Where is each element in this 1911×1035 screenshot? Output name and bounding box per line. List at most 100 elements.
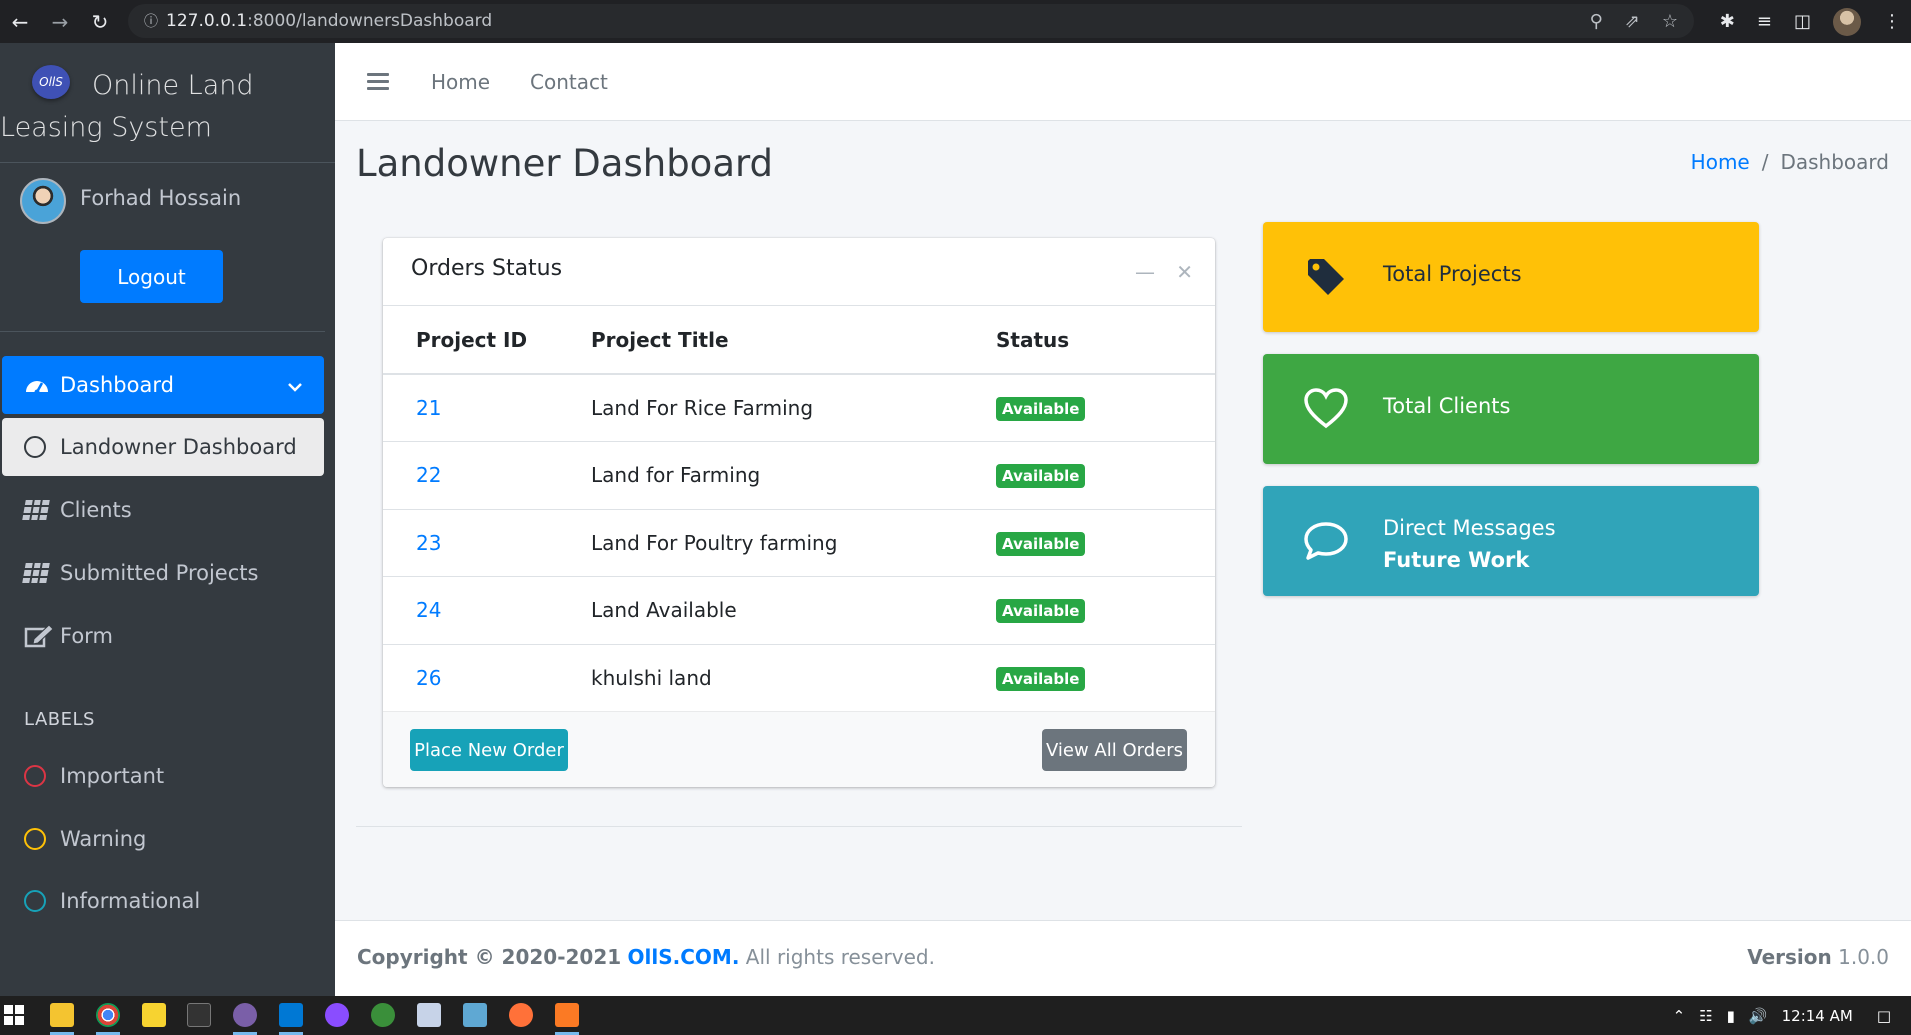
tachometer-icon (24, 374, 56, 396)
clock-time[interactable]: 12:14 AM (1782, 1007, 1853, 1025)
windows-start-icon[interactable] (4, 1005, 24, 1030)
sticky-notes-icon[interactable] (142, 1003, 166, 1027)
breadcrumb-current: Dashboard (1780, 150, 1889, 174)
breadcrumb-home-link[interactable]: Home (1691, 150, 1750, 174)
info-box-label: Total Projects (1383, 262, 1522, 286)
chevron-up-icon[interactable]: ⌃ (1673, 1007, 1686, 1025)
info-box-sublabel: Future Work (1383, 548, 1530, 572)
table-row: 22 Land for Farming Available (383, 441, 1215, 509)
sidebar-divider (0, 331, 325, 332)
column-header: Project ID (383, 306, 591, 375)
sidebar-item-label: Clients (60, 498, 132, 522)
project-title-cell: Land For Poultry farming (591, 508, 996, 577)
info-box-total-projects[interactable]: Total Projects (1263, 222, 1759, 332)
logout-button[interactable]: Logout (80, 250, 223, 303)
project-id-link[interactable]: 26 (416, 666, 441, 690)
project-title-cell: Land For Rice Farming (591, 373, 996, 442)
system-tray: ⌃ ☷ ▮ 🔊 12:14 AM □ (1673, 996, 1911, 1035)
table-row: 21 Land For Rice Farming Available (383, 373, 1215, 442)
info-box-total-clients[interactable]: Total Clients (1263, 354, 1759, 464)
sidebar-item-form[interactable]: Form (2, 607, 324, 665)
sidebar-item-submitted-projects[interactable]: Submitted Projects (2, 544, 324, 602)
battery-icon[interactable]: ▮ (1727, 1007, 1735, 1025)
bookmark-star-icon[interactable]: ☆ (1662, 11, 1678, 32)
divider (356, 826, 1242, 827)
circle-outline-icon (24, 890, 56, 912)
side-panel-icon[interactable]: ◫ (1794, 11, 1811, 32)
extensions-icon[interactable]: ✱ (1720, 11, 1735, 32)
user-name[interactable]: Forhad Hossain (80, 186, 241, 210)
app-icon[interactable] (233, 1003, 257, 1027)
info-box-direct-messages[interactable]: Direct Messages Future Work (1263, 486, 1759, 596)
url-text[interactable]: 127.0.0.1:8000/landownersDashboard (166, 11, 492, 31)
sidebar-item-label: Warning (60, 827, 147, 851)
circle-outline-icon (24, 828, 56, 850)
xampp-icon[interactable] (555, 1003, 579, 1027)
edit-icon (24, 624, 56, 648)
sidebar-item-label: Important (60, 764, 165, 788)
copyright-text: Copyright © 2020-2021 OllS.COM. All righ… (357, 945, 935, 969)
close-icon[interactable]: ✕ (1176, 260, 1193, 284)
sidebar-label-informational[interactable]: Informational (2, 872, 324, 930)
project-title-cell: Land Available (591, 576, 996, 644)
nav-contact-link[interactable]: Contact (530, 70, 608, 94)
orders-table: Project ID Project Title Status 21 Land … (383, 306, 1215, 712)
sidebar-item-label: Submitted Projects (60, 561, 259, 585)
notifications-icon[interactable]: □ (1877, 1007, 1891, 1025)
sidebar-item-clients[interactable]: Clients (2, 481, 324, 539)
app-icon[interactable] (463, 1003, 487, 1027)
firefox-icon[interactable] (509, 1003, 533, 1027)
profile-avatar[interactable] (1833, 7, 1861, 36)
menu-kebab-icon[interactable]: ⋮ (1883, 11, 1901, 32)
column-header: Status (996, 306, 1215, 375)
project-title-cell: Land for Farming (591, 441, 996, 509)
brand-name: Online Land Leasing System (0, 70, 254, 143)
vscode-icon[interactable] (279, 1003, 303, 1027)
project-id-link[interactable]: 23 (416, 531, 441, 555)
messenger-icon[interactable] (325, 1003, 349, 1027)
comment-icon (1301, 516, 1351, 566)
site-info-icon[interactable]: ⓘ (136, 11, 166, 31)
zoom-icon[interactable]: ⚲ (1590, 11, 1603, 32)
chevron-down-icon (288, 373, 302, 397)
project-id-link[interactable]: 22 (416, 463, 441, 487)
address-bar[interactable]: ⓘ 127.0.0.1:8000/landownersDashboard ⚲ ⇗… (128, 4, 1694, 38)
sidebar-item-label: Landowner Dashboard (60, 435, 297, 459)
page-footer: Copyright © 2020-2021 OllS.COM. All righ… (335, 920, 1911, 996)
place-new-order-button[interactable]: Place New Order (410, 729, 568, 771)
sidebar-item-label: Informational (60, 889, 201, 913)
volume-icon[interactable]: 🔊 (1749, 1007, 1768, 1025)
footer-brand-link[interactable]: OllS.COM. (628, 945, 740, 969)
sidebar-label-warning[interactable]: Warning (2, 810, 324, 868)
project-id-link[interactable]: 24 (416, 598, 441, 622)
collapse-icon[interactable]: — (1135, 260, 1155, 284)
circle-outline-icon (24, 436, 56, 458)
version-text: Version 1.0.0 (1747, 945, 1889, 969)
notepad-icon[interactable] (417, 1003, 441, 1027)
sidebar-item-landowner-dashboard[interactable]: Landowner Dashboard (2, 418, 324, 476)
view-all-orders-button[interactable]: View All Orders (1042, 729, 1187, 771)
brand-link[interactable]: OllS Online Land Leasing System (0, 43, 335, 163)
tag-icon (1301, 252, 1351, 302)
terminal-icon[interactable] (187, 1003, 211, 1027)
reload-icon[interactable]: ↻ (80, 0, 120, 43)
table-row: 23 Land For Poultry farming Available (383, 508, 1215, 577)
sidebar-item-dashboard[interactable]: Dashboard (2, 356, 324, 414)
info-box-label: Direct Messages (1383, 516, 1556, 540)
sidebar-label-important[interactable]: Important (2, 747, 324, 805)
back-icon[interactable]: ← (0, 0, 40, 43)
file-explorer-icon[interactable] (50, 1003, 74, 1027)
project-id-link[interactable]: 21 (416, 396, 441, 420)
wifi-icon[interactable]: ☷ (1699, 1007, 1712, 1025)
status-badge: Available (996, 531, 1086, 556)
card-footer: Place New Order View All Orders (383, 711, 1215, 787)
forward-icon[interactable]: → (40, 0, 80, 43)
menu-toggle-icon[interactable] (367, 73, 389, 94)
share-icon[interactable]: ⇗ (1625, 11, 1640, 32)
project-title-cell: khulshi land (591, 643, 996, 712)
status-badge: Available (996, 397, 1086, 421)
chrome-icon[interactable] (96, 1003, 120, 1027)
nav-home-link[interactable]: Home (431, 70, 490, 94)
reading-list-icon[interactable]: ≡ (1757, 11, 1772, 32)
app-icon[interactable] (371, 1003, 395, 1027)
